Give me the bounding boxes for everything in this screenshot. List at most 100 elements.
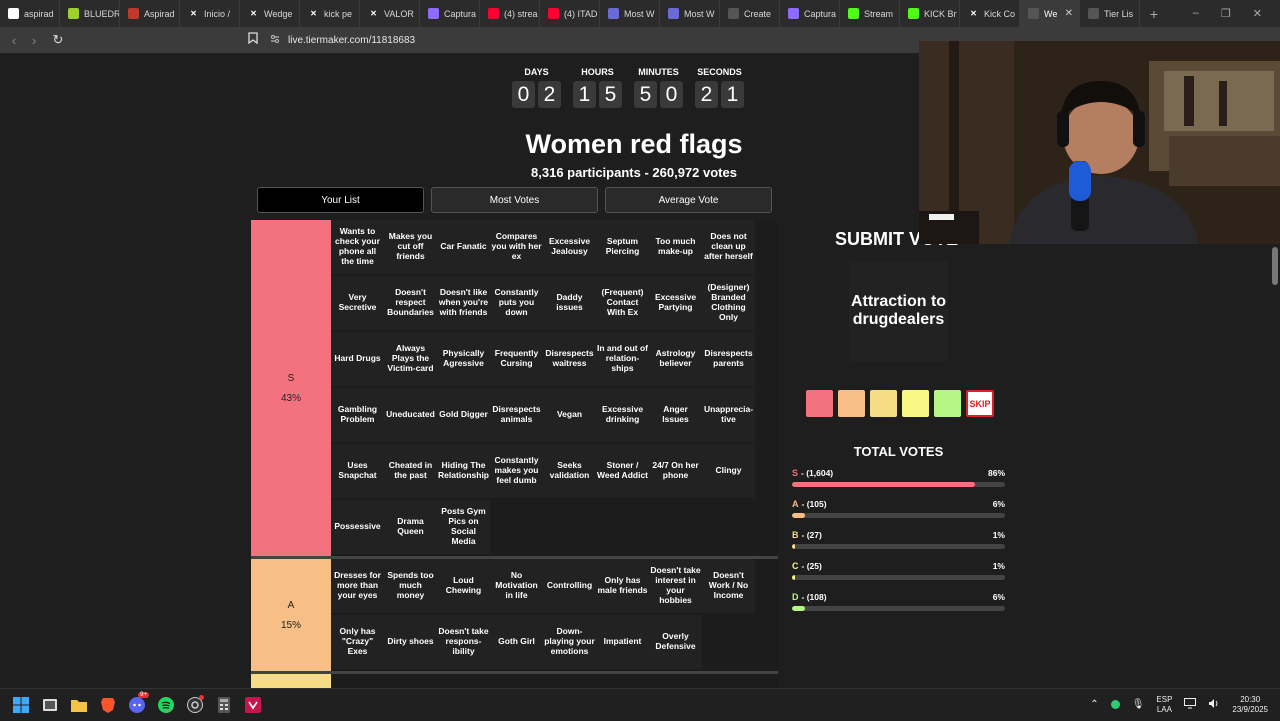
vote-tier-button-d[interactable] — [934, 390, 961, 417]
tier-item[interactable]: Dirty shoes — [384, 615, 437, 669]
tier-item[interactable]: Car Fanatic — [437, 220, 490, 274]
tier-item[interactable]: Spends too much money — [384, 559, 437, 613]
app-icon[interactable] — [238, 689, 267, 721]
vote-tier-button-c[interactable] — [902, 390, 929, 417]
tier-item[interactable]: Excessive Partying — [649, 276, 702, 330]
tier-item[interactable]: Physically Agressive — [437, 332, 490, 386]
tier-item[interactable]: Down-playing your emotions — [543, 615, 596, 669]
browser-tab[interactable]: Aspirad — [120, 0, 180, 27]
browser-tab[interactable]: ✕ Kick Co — [960, 0, 1020, 27]
tier-item[interactable]: Vegan — [543, 388, 596, 442]
tier-item[interactable]: Septum Piercing — [596, 220, 649, 274]
new-tab-icon[interactable]: + — [1140, 6, 1168, 22]
chevron-up-icon[interactable]: ⌃ — [1090, 699, 1098, 710]
browser-tab[interactable]: Create — [720, 0, 780, 27]
tier-item[interactable]: Overly Defensive — [649, 615, 702, 669]
tier-item[interactable]: Excessive drinking — [596, 388, 649, 442]
skip-button[interactable]: SKIP — [966, 390, 994, 417]
tier-item[interactable]: Disrespects waitress — [543, 332, 596, 386]
tier-item[interactable]: Excessive Jealousy — [543, 220, 596, 274]
scrollbar-thumb[interactable] — [1272, 247, 1278, 285]
tier-item[interactable]: Drama Queen — [384, 500, 437, 554]
browser-tab[interactable]: ✕ kick pe — [300, 0, 360, 27]
reload-icon[interactable]: ↻ — [48, 32, 68, 48]
site-info-icon[interactable] — [270, 34, 280, 47]
calculator-icon[interactable] — [209, 689, 238, 721]
vote-tier-button-a[interactable] — [838, 390, 865, 417]
vote-tier-button-b[interactable] — [870, 390, 897, 417]
tier-item[interactable]: Loud Chewing — [437, 559, 490, 613]
volume-icon[interactable] — [1208, 698, 1220, 711]
browser-tab[interactable]: ✕ VALOR — [360, 0, 420, 27]
tier-item[interactable]: 24/7 On her phone — [649, 444, 702, 498]
tier-item[interactable]: Controlling — [543, 559, 596, 613]
browser-tab[interactable]: We ✕ — [1020, 0, 1080, 27]
tier-item[interactable]: Disrespects animals — [490, 388, 543, 442]
page-scrollbar[interactable] — [1270, 244, 1280, 688]
tier-item[interactable]: Goth Girl — [490, 615, 543, 669]
tier-item[interactable]: Anger Issues — [649, 388, 702, 442]
close-tab-icon[interactable]: ✕ — [1065, 8, 1073, 19]
tier-item[interactable]: Hard Drugs — [331, 332, 384, 386]
back-icon[interactable]: ‹ — [4, 33, 24, 48]
tier-item[interactable]: Hiding The Relationship — [437, 444, 490, 498]
tier-item[interactable]: Wants to check your phone all the time — [331, 220, 384, 274]
browser-tab[interactable]: KICK Br — [900, 0, 960, 27]
tier-item[interactable]: Constantly makes you feel dumb — [490, 444, 543, 498]
browser-tab[interactable]: Most W — [600, 0, 660, 27]
tier-item[interactable]: (Frequent) Contact With Ex — [596, 276, 649, 330]
spotify-icon[interactable] — [151, 689, 180, 721]
file-explorer-icon[interactable] — [64, 689, 93, 721]
tier-item[interactable]: Uses Snapchat — [331, 444, 384, 498]
browser-tab[interactable]: Most W — [660, 0, 720, 27]
browser-tab[interactable]: ✕ Wedge — [240, 0, 300, 27]
maximize-icon[interactable]: ❐ — [1221, 7, 1231, 20]
tier-item[interactable]: Frequently Cursing — [490, 332, 543, 386]
status-dot-icon[interactable] — [1110, 700, 1120, 709]
tier-item[interactable]: Always Plays the Victim-card — [384, 332, 437, 386]
tier-item[interactable]: Stoner / Weed Addict — [596, 444, 649, 498]
tier-item[interactable]: Posts Gym Pics on Social Media — [437, 500, 490, 554]
tier-item[interactable]: Doesn't Work / No Income — [702, 559, 755, 613]
tier-item[interactable]: Makes you cut off friends — [384, 220, 437, 274]
browser-tab[interactable]: Tier Lis — [1080, 0, 1140, 27]
tier-item[interactable]: Possessive — [331, 500, 384, 554]
tier-item[interactable]: Uneducated — [384, 388, 437, 442]
browser-tab[interactable]: Captura — [780, 0, 840, 27]
close-window-icon[interactable]: ✕ — [1253, 7, 1262, 20]
browser-tab[interactable]: ✕ Inicio / — [180, 0, 240, 27]
tier-item[interactable]: Only has male friends — [596, 559, 649, 613]
tier-item[interactable]: Cheated in the past — [384, 444, 437, 498]
brave-icon[interactable] — [93, 689, 122, 721]
clock[interactable]: 20:30 23/9/2025 — [1232, 695, 1268, 714]
tier-item[interactable]: Does not clean up after herself — [702, 220, 755, 274]
url-field[interactable]: live.tiermaker.com/11818683 — [270, 30, 930, 50]
task-view-icon[interactable] — [35, 689, 64, 721]
tier-item[interactable]: Too much make-up — [649, 220, 702, 274]
browser-tab[interactable]: (4) ITAD — [540, 0, 600, 27]
list-tab[interactable]: Most Votes — [431, 187, 598, 213]
browser-tab[interactable]: (4) strea — [480, 0, 540, 27]
list-tab[interactable]: Your List — [257, 187, 424, 213]
tier-item[interactable]: Disrespects parents — [702, 332, 755, 386]
list-tab[interactable]: Average Vote — [605, 187, 772, 213]
windows-start-icon[interactable] — [6, 689, 35, 721]
tier-item[interactable]: Dresses for more than your eyes — [331, 559, 384, 613]
tier-item[interactable]: Doesn't like when you're with friends — [437, 276, 490, 330]
browser-tab[interactable]: Stream — [840, 0, 900, 27]
tier-item[interactable]: Compares you with her ex — [490, 220, 543, 274]
forward-icon[interactable]: › — [24, 33, 44, 48]
browser-tab[interactable]: aspirad — [0, 0, 60, 27]
bookmark-icon[interactable] — [248, 32, 258, 47]
tier-item[interactable]: Doesn't respect Boundaries — [384, 276, 437, 330]
tier-item[interactable]: (Designer) Branded Clothing Only — [702, 276, 755, 330]
language-indicator[interactable]: ESP LAA — [1156, 695, 1172, 714]
browser-tab[interactable]: Captura — [420, 0, 480, 27]
tier-item[interactable]: Gold Digger — [437, 388, 490, 442]
minimize-icon[interactable]: – — [1193, 7, 1199, 20]
microphone-icon[interactable]: 🎙︎ — [1132, 699, 1145, 710]
tier-item[interactable]: Constantly puts you down — [490, 276, 543, 330]
tier-item[interactable]: Very Secretive — [331, 276, 384, 330]
tier-item[interactable]: No Motivation in life — [490, 559, 543, 613]
tier-item[interactable]: Doesn't take interest in your hobbies — [649, 559, 702, 613]
